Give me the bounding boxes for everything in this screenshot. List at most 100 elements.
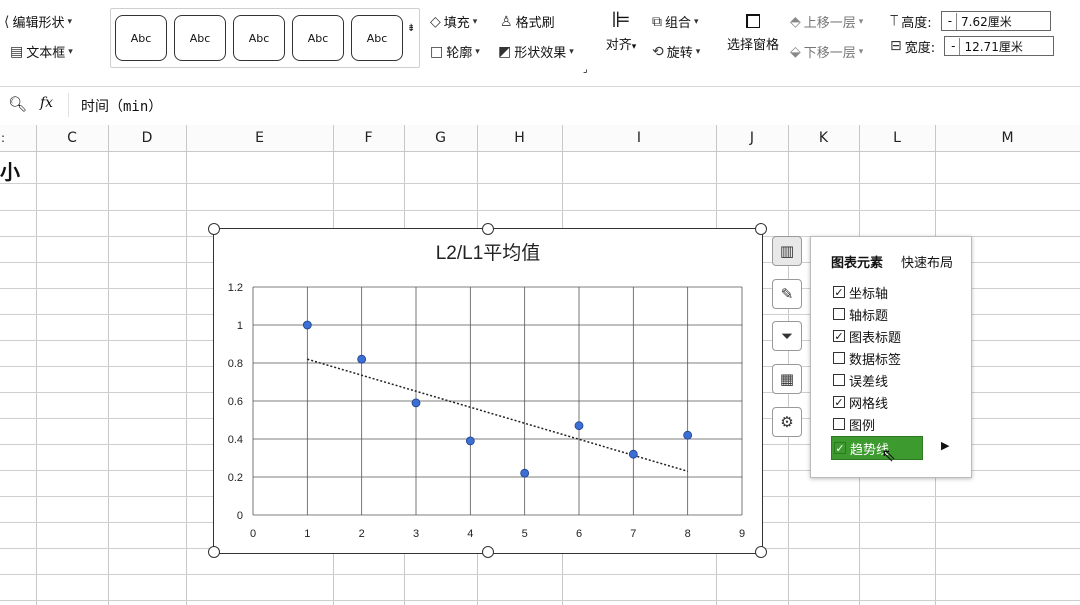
x-tick-label: 8 — [685, 528, 691, 540]
data-point — [411, 398, 421, 408]
chart-title: L2/L1平均值 — [436, 242, 541, 264]
chart-element-option[interactable]: ✓ 图表标题 — [833, 325, 901, 347]
resize-handle-top-right[interactable] — [755, 223, 767, 235]
x-tick-label: 0 — [250, 528, 256, 540]
dialog-launcher-icon[interactable]: ⌟ — [583, 64, 588, 75]
outline-icon: □ — [430, 43, 444, 60]
checkbox[interactable] — [833, 308, 845, 320]
chart-element-option[interactable]: 轴标题 — [833, 303, 901, 325]
resize-handle-bottom-left[interactable] — [208, 546, 220, 558]
resize-handle-bottom-right[interactable] — [755, 546, 767, 558]
outline-button[interactable]: □ 轮廓 ▾ — [430, 42, 480, 62]
resize-handle-top-left[interactable] — [208, 223, 220, 235]
column-header-h[interactable]: H — [477, 125, 562, 151]
fx-label[interactable]: fx — [40, 95, 53, 111]
tab-quick-layout[interactable]: 快速布局 — [901, 252, 953, 271]
chart-type-button[interactable]: ▦ — [772, 364, 802, 394]
chart-element-option[interactable]: 数据标签 — [833, 347, 901, 369]
trendline-checkbox[interactable]: ✓ — [834, 442, 846, 455]
edit-shape-button[interactable]: ⟨ 编辑形状 ▾ — [4, 12, 72, 32]
trendline-submenu-arrow-icon[interactable]: ▶ — [941, 439, 949, 452]
chart-styles-button[interactable]: ✎ — [772, 279, 802, 309]
tab-chart-elements[interactable]: 图表元素 — [831, 252, 883, 271]
y-tick-label: 1.2 — [228, 282, 243, 294]
checkbox[interactable] — [833, 418, 845, 430]
chart-area[interactable]: L2/L1平均值 0 1 2 3 4 5 6 7 8 9 0 0.2 0.4 0.6 0.8 1 1.2 — [213, 228, 763, 554]
group-button[interactable]: ⧉ 组合 ▾ — [652, 12, 699, 32]
cell-fragment: 小 — [0, 160, 20, 184]
column-header-g[interactable]: G — [404, 125, 477, 151]
format-painter-button[interactable]: ♙ 格式刷 — [500, 12, 555, 32]
column-header-f[interactable]: F — [333, 125, 404, 151]
column-header-d[interactable]: D — [108, 125, 186, 151]
shape-style-4[interactable]: Abc — [292, 15, 344, 61]
text-box-button[interactable]: ▤ 文本框 ▾ — [10, 42, 73, 62]
chart-elements-list: ✓ 坐标轴 轴标题 ✓ 图表标题 数据标签 误差线 ✓ 网格线 图例 — [833, 281, 901, 435]
column-header-j[interactable]: J — [716, 125, 788, 151]
format-painter-icon: ♙ — [500, 13, 513, 30]
checkbox[interactable]: ✓ — [833, 330, 845, 343]
column-header-l[interactable]: L — [859, 125, 935, 151]
trendline-option[interactable]: ✓ 趋势线 — [831, 436, 923, 460]
selection-pane-button[interactable]: ⧠ 选择窗格 — [724, 8, 782, 53]
column-header-k[interactable]: K — [788, 125, 859, 151]
data-point — [520, 468, 530, 478]
grid-row-line — [0, 600, 1080, 601]
checkbox[interactable]: ✓ — [833, 286, 845, 299]
x-tick-label: 3 — [413, 528, 419, 540]
column-header-e[interactable]: E — [186, 125, 333, 151]
formula-input[interactable]: 时间（min） — [68, 93, 1080, 117]
shape-style-1[interactable]: Abc — [115, 15, 167, 61]
chart-settings-button[interactable]: ⚙ — [772, 407, 802, 437]
grid-column-line — [186, 125, 187, 605]
bring-forward-icon: ⬘ — [790, 13, 801, 30]
rotate-button[interactable]: ⟲ 旋转 ▾ — [652, 42, 700, 62]
shape-effects-button[interactable]: ◩ 形状效果 ▾ — [498, 42, 574, 62]
chart-elements-icon: ▥ — [779, 242, 795, 260]
send-backward-icon: ⬙ — [790, 43, 801, 60]
bring-forward-button[interactable]: ⬘ 上移一层 ▾ — [790, 12, 863, 32]
grid-column-line — [108, 125, 109, 605]
checkbox[interactable] — [833, 374, 845, 386]
dropdown-arrow-icon: ▾ — [694, 16, 699, 27]
data-point — [465, 436, 475, 446]
dropdown-arrow-icon: ▾ — [569, 46, 574, 57]
send-backward-button[interactable]: ⬙ 下移一层 ▾ — [790, 42, 864, 62]
height-control: ⟙ 高度: - 7.62厘米 — [890, 11, 1051, 31]
chart-element-option[interactable]: 误差线 — [833, 369, 901, 391]
fill-bucket-icon: ◇ — [430, 13, 441, 30]
grid-row-line — [0, 183, 1080, 184]
dropdown-arrow-icon: ▾ — [858, 46, 864, 57]
shape-style-2[interactable]: Abc — [174, 15, 226, 61]
checkbox[interactable] — [833, 352, 845, 364]
chart-element-option[interactable]: ✓ 网格线 — [833, 391, 901, 413]
zoom-icon[interactable]: 🔍︎ — [8, 95, 27, 113]
y-tick-label: 0.6 — [228, 396, 243, 408]
dropdown-arrow-icon: ▾ — [68, 46, 73, 57]
resize-handle-bottom[interactable] — [482, 546, 494, 558]
scatter-chart: L2/L1平均值 0 1 2 3 4 5 6 7 8 9 0 0.2 0.4 0.6 0.8 1 1.2 — [228, 242, 745, 540]
select-all-corner[interactable]: : — [0, 125, 6, 151]
height-decrease[interactable]: - — [948, 14, 952, 28]
x-tick-label: 6 — [576, 528, 582, 540]
checkbox[interactable]: ✓ — [833, 396, 845, 409]
chart-element-option[interactable]: ✓ 坐标轴 — [833, 281, 901, 303]
column-header-m[interactable]: M — [935, 125, 1080, 151]
chart-element-option[interactable]: 图例 — [833, 413, 901, 435]
chart-filter-button[interactable]: ⏷ — [772, 321, 802, 351]
gallery-more-icon[interactable]: ⇟ — [407, 23, 415, 34]
text-box-icon: ▤ — [10, 43, 24, 60]
column-header-i[interactable]: I — [562, 125, 716, 151]
chart-elements-button[interactable]: ▥ — [772, 236, 802, 266]
shape-style-3[interactable]: Abc — [233, 15, 285, 61]
ribbon-toolbar: ⟨ 编辑形状 ▾ ▤ 文本框 ▾ Abc Abc Abc Abc Abc ⇟ ◇… — [0, 0, 1080, 87]
column-header-c[interactable]: C — [36, 125, 108, 151]
fill-button[interactable]: ◇ 填充 ▾ — [430, 12, 477, 32]
resize-handle-top[interactable] — [482, 223, 494, 235]
width-input[interactable]: - 12.71厘米 — [944, 36, 1055, 56]
shape-style-5[interactable]: Abc — [351, 15, 403, 61]
width-icon: ⊟ — [890, 38, 902, 54]
align-button[interactable]: ⊫ 对齐▾ — [604, 8, 638, 53]
width-decrease[interactable]: - — [951, 39, 955, 53]
height-input[interactable]: - 7.62厘米 — [940, 11, 1051, 31]
